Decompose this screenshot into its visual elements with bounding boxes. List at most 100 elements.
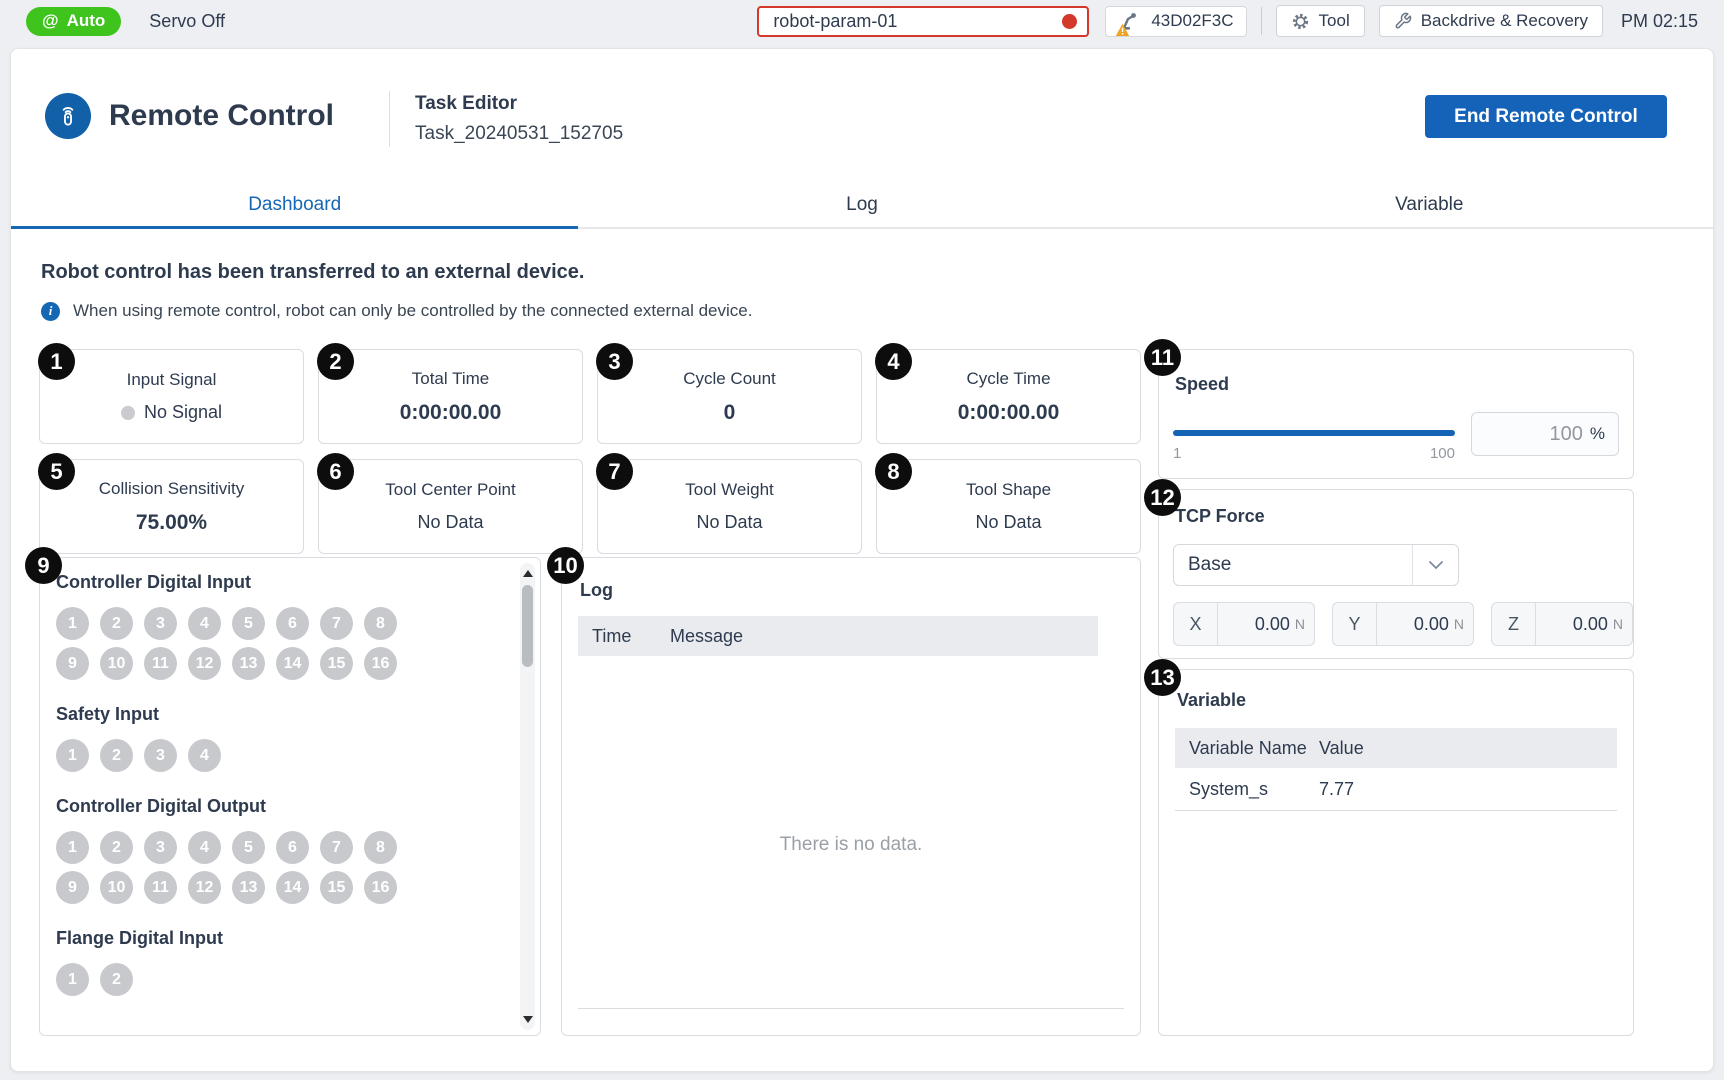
tcp-force-axis-x: X0.00N — [1173, 602, 1315, 646]
header-divider — [389, 91, 390, 147]
mode-badge[interactable]: @ Auto — [26, 7, 121, 36]
stat-card-value: No Data — [417, 512, 483, 533]
variable-panel: 13 Variable Variable Name Value System_s… — [1158, 669, 1634, 1036]
speed-value-input[interactable]: 100 % — [1471, 412, 1619, 456]
stat-card-collision-sensitivity: 5Collision Sensitivity75.00% — [39, 459, 304, 554]
annotation-badge-8: 8 — [875, 453, 912, 490]
io-indicator-row: 12345678 — [56, 607, 506, 640]
stat-card-title: Tool Center Point — [385, 480, 515, 500]
io-section-label: Flange Digital Input — [56, 928, 506, 949]
robot-id-box[interactable]: 43D02F3C — [1105, 6, 1246, 37]
io-indicator-row: 12345678 — [56, 831, 506, 864]
io-indicator-11: 11 — [144, 647, 177, 680]
annotation-badge-12: 12 — [1144, 479, 1181, 516]
topbar-divider — [1261, 7, 1262, 35]
info-icon: i — [41, 302, 60, 321]
stat-card-value: 0:00:00.00 — [400, 401, 502, 425]
log-column-time: Time — [592, 626, 670, 647]
io-indicator-1: 1 — [56, 831, 89, 864]
io-indicator-2: 2 — [100, 963, 133, 996]
task-editor-label: Task Editor — [415, 93, 517, 115]
stat-card-title: Cycle Time — [966, 369, 1050, 389]
alert-dot-icon — [1062, 14, 1077, 29]
wrench-icon — [1394, 12, 1412, 30]
tab-dashboard[interactable]: Dashboard — [11, 183, 578, 227]
axis-value: 0.00N — [1536, 603, 1632, 645]
io-indicator-3: 3 — [144, 739, 177, 772]
stat-card-value: 0:00:00.00 — [958, 401, 1060, 425]
variable-table: Variable Name Value System_s7.77 — [1175, 728, 1617, 811]
stat-card-tool-shape: 8Tool ShapeNo Data — [876, 459, 1141, 554]
reference-frame-select[interactable]: Base — [1173, 544, 1459, 586]
annotation-badge-4: 4 — [875, 343, 912, 380]
variable-value: 7.77 — [1319, 779, 1354, 800]
stat-card-title: Cycle Count — [683, 369, 776, 389]
annotation-badge-13: 13 — [1144, 659, 1181, 696]
io-section-controller-digital-input: Controller Digital Input1234567891011121… — [56, 572, 506, 680]
io-indicator-2: 2 — [100, 831, 133, 864]
io-indicator-2: 2 — [100, 607, 133, 640]
stat-card-title: Tool Weight — [685, 480, 774, 500]
robot-param-field[interactable]: robot-param-01 — [757, 6, 1089, 37]
annotation-badge-3: 3 — [596, 343, 633, 380]
speed-unit: % — [1590, 424, 1605, 444]
remote-control-icon — [45, 93, 91, 139]
stat-card-title: Collision Sensitivity — [99, 479, 245, 499]
log-table-header: Time Message — [578, 616, 1098, 656]
io-indicator-5: 5 — [232, 831, 265, 864]
variable-panel-title: Variable — [1177, 690, 1246, 711]
variable-table-header: Variable Name Value — [1175, 728, 1617, 768]
io-indicator-1: 1 — [56, 739, 89, 772]
log-empty-message: There is no data. — [562, 834, 1140, 856]
io-indicator-2: 2 — [100, 739, 133, 772]
io-indicator-15: 15 — [320, 647, 353, 680]
io-indicator-3: 3 — [144, 607, 177, 640]
variable-column-value: Value — [1319, 738, 1364, 759]
io-section-controller-digital-output: Controller Digital Output123456789101112… — [56, 796, 506, 904]
servo-status-label: Servo Off — [149, 11, 225, 32]
robot-id-label: 43D02F3C — [1151, 11, 1233, 31]
io-indicator-9: 9 — [56, 871, 89, 904]
speed-slider-track[interactable] — [1173, 430, 1455, 436]
tab-variable[interactable]: Variable — [1146, 183, 1713, 227]
axis-label: X — [1174, 603, 1218, 645]
chevron-down-icon[interactable] — [1412, 545, 1458, 585]
backdrive-recovery-button[interactable]: Backdrive & Recovery — [1379, 5, 1603, 37]
end-remote-control-button[interactable]: End Remote Control — [1425, 95, 1667, 138]
annotation-badge-1: 1 — [38, 343, 75, 380]
speed-panel: 11 Speed 1 100 100 % — [1158, 349, 1634, 479]
annotation-badge-9: 9 — [25, 547, 62, 584]
io-indicator-1: 1 — [56, 963, 89, 996]
scroll-down-icon[interactable] — [523, 1016, 533, 1023]
scroll-up-icon[interactable] — [523, 570, 533, 577]
notice-title: Robot control has been transferred to an… — [41, 261, 584, 284]
page-title: Remote Control — [109, 99, 334, 133]
slider-min-label: 1 — [1173, 445, 1181, 462]
axis-value: 0.00N — [1377, 603, 1473, 645]
stat-card-input-signal: 1Input SignalNo Signal — [39, 349, 304, 444]
io-scrollbar[interactable] — [520, 563, 535, 1030]
annotation-badge-10: 10 — [547, 547, 584, 584]
axis-label: Z — [1492, 603, 1536, 645]
tab-bar: Dashboard Log Variable — [11, 183, 1713, 229]
scrollbar-thumb[interactable] — [522, 585, 533, 667]
tool-button[interactable]: Tool — [1276, 5, 1365, 37]
annotation-badge-6: 6 — [317, 453, 354, 490]
io-indicator-12: 12 — [188, 871, 221, 904]
speed-slider[interactable]: 1 100 — [1173, 402, 1455, 462]
io-indicator-11: 11 — [144, 871, 177, 904]
log-footer-divider — [578, 1008, 1124, 1009]
io-section-label: Controller Digital Output — [56, 796, 506, 817]
tab-log[interactable]: Log — [578, 183, 1145, 227]
io-indicator-4: 4 — [188, 607, 221, 640]
digital-io-panel: 9 Controller Digital Input12345678910111… — [39, 557, 541, 1036]
tcp-force-title: TCP Force — [1175, 506, 1265, 527]
speed-slider-scale: 1 100 — [1173, 445, 1455, 462]
variable-name: System_s — [1189, 779, 1319, 800]
io-section-label: Controller Digital Input — [56, 572, 506, 593]
io-indicator-9: 9 — [56, 647, 89, 680]
stat-card-value: 0 — [724, 401, 736, 425]
io-indicator-4: 4 — [188, 739, 221, 772]
remote-control-panel: Remote Control Task Editor Task_20240531… — [10, 48, 1714, 1072]
io-indicator-13: 13 — [232, 647, 265, 680]
